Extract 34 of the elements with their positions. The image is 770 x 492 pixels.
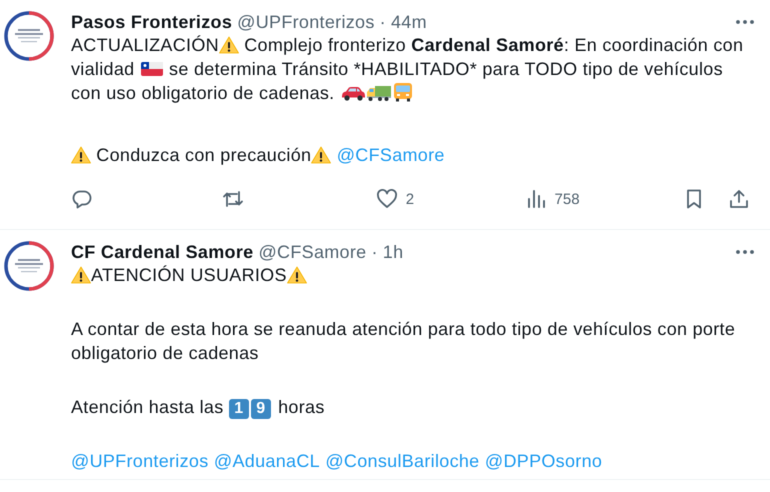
count-label: 2 — [406, 190, 414, 208]
more-icon[interactable] — [734, 249, 756, 255]
tweet-text: Conduzca con precaución @CFSamore — [71, 143, 750, 167]
more-icon[interactable] — [734, 19, 756, 25]
keycap-digit: 1 — [228, 399, 249, 419]
avatar[interactable] — [4, 11, 54, 61]
heart-icon[interactable] — [376, 188, 398, 210]
bus-icon — [392, 82, 414, 102]
share-icon[interactable] — [728, 188, 750, 210]
warning-icon — [218, 36, 239, 54]
author-name[interactable]: Pasos Fronterizos — [71, 11, 232, 33]
timestamp[interactable]: 44m — [390, 11, 427, 33]
repost-icon[interactable] — [222, 188, 244, 210]
author-handle[interactable]: @UPFronterizos — [237, 11, 375, 33]
tweet-text: ACTUALIZACIÓN Complejo fronterizo Cardenal Samoré: En coordinación con vialidad se determina Tránsito *HABILITADO* para TODO tipo de vehículos con uso obligatorio de cadenas. — [71, 34, 744, 105]
tweet-text: ATENCIÓN USUARIOS — [71, 263, 750, 287]
warning-icon — [71, 146, 91, 164]
timestamp[interactable]: 1h — [382, 241, 404, 263]
truck-icon — [366, 84, 392, 102]
avatar[interactable] — [4, 241, 54, 291]
tweet-text: Atención hasta las 1 9 horas — [71, 396, 326, 419]
separator-dot: · — [371, 241, 378, 263]
author-handle[interactable]: @CFSamore — [258, 241, 366, 263]
count-label: 758 — [554, 190, 580, 208]
car-icon — [340, 84, 366, 102]
separator-dot: · — [380, 11, 386, 33]
flag-icon — [140, 60, 164, 78]
tweet-text: A contar de esta hora se reanuda atención para todo tipo de vehículos con porte obligatorio de cadenas — [71, 318, 736, 365]
keycap-digit: 9 — [250, 399, 271, 419]
warning-icon — [71, 266, 91, 284]
warning-icon — [311, 146, 332, 164]
reply-icon[interactable] — [71, 188, 93, 210]
author-name[interactable]: CF Cardenal Samore — [71, 241, 254, 263]
warning-icon — [286, 266, 307, 284]
